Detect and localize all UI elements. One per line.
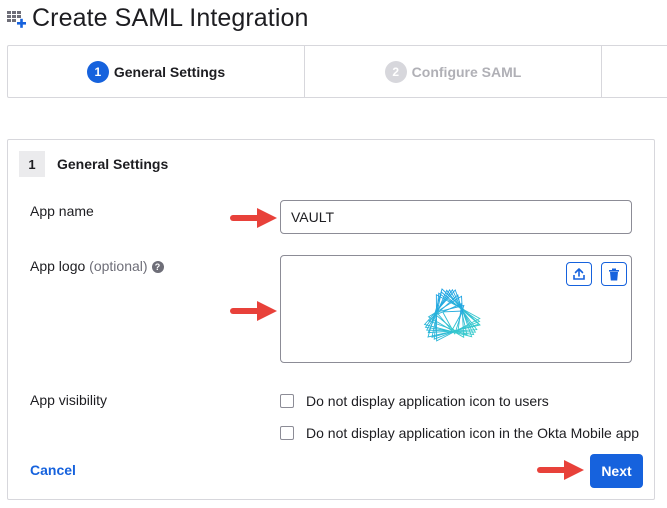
app-name-input[interactable] <box>280 200 632 234</box>
hide-icon-users-checkbox[interactable] <box>280 394 294 408</box>
section-title: General Settings <box>57 156 169 172</box>
app-logo-dropzone[interactable] <box>280 255 632 363</box>
hide-icon-mobile-checkbox[interactable] <box>280 426 294 440</box>
step-number: 2 <box>384 60 407 83</box>
hide-icon-mobile-label: Do not display application icon in the O… <box>306 425 640 441</box>
question-circle-icon[interactable]: ? <box>151 261 164 273</box>
step-label: General Settings <box>113 63 226 80</box>
app-visibility-label: App visibility <box>30 392 108 408</box>
hide-icon-users-option[interactable]: Do not display application icon to users <box>280 393 549 409</box>
step-configure-saml[interactable]: 2 Configure SAML <box>305 46 602 97</box>
general-settings-card: 1 General Settings App name App logo (op… <box>7 139 655 500</box>
step-placeholder <box>602 46 667 97</box>
vault-logo <box>423 288 481 342</box>
cancel-link[interactable]: Cancel <box>30 462 76 478</box>
step-label: Configure SAML <box>411 63 522 80</box>
delete-button[interactable] <box>601 262 627 286</box>
app-logo-label-text: App logo <box>30 258 86 274</box>
page-title: Create SAML Integration <box>32 3 309 32</box>
next-button[interactable]: Next <box>590 454 643 488</box>
upload-button[interactable] <box>566 262 592 286</box>
upload-icon <box>573 268 585 280</box>
step-number: 1 <box>86 60 109 83</box>
hide-icon-users-label: Do not display application icon to users <box>306 393 549 409</box>
app-logo-label: App logo (optional)? <box>30 258 164 274</box>
annotation-arrow-icon <box>230 208 277 228</box>
step-general-settings[interactable]: 1 General Settings <box>8 46 305 97</box>
wizard-stepper: 1 General Settings 2 Configure SAML <box>7 45 667 98</box>
annotation-arrow-icon <box>230 301 277 321</box>
annotation-arrow-icon <box>537 460 584 480</box>
page-header: Create SAML Integration <box>6 0 309 36</box>
app-grid-plus-icon <box>6 6 30 30</box>
trash-icon <box>609 268 619 280</box>
hide-icon-mobile-option[interactable]: Do not display application icon in the O… <box>280 425 639 441</box>
app-name-label: App name <box>30 203 94 219</box>
section-number: 1 <box>19 151 45 177</box>
optional-label: (optional) <box>89 258 148 274</box>
